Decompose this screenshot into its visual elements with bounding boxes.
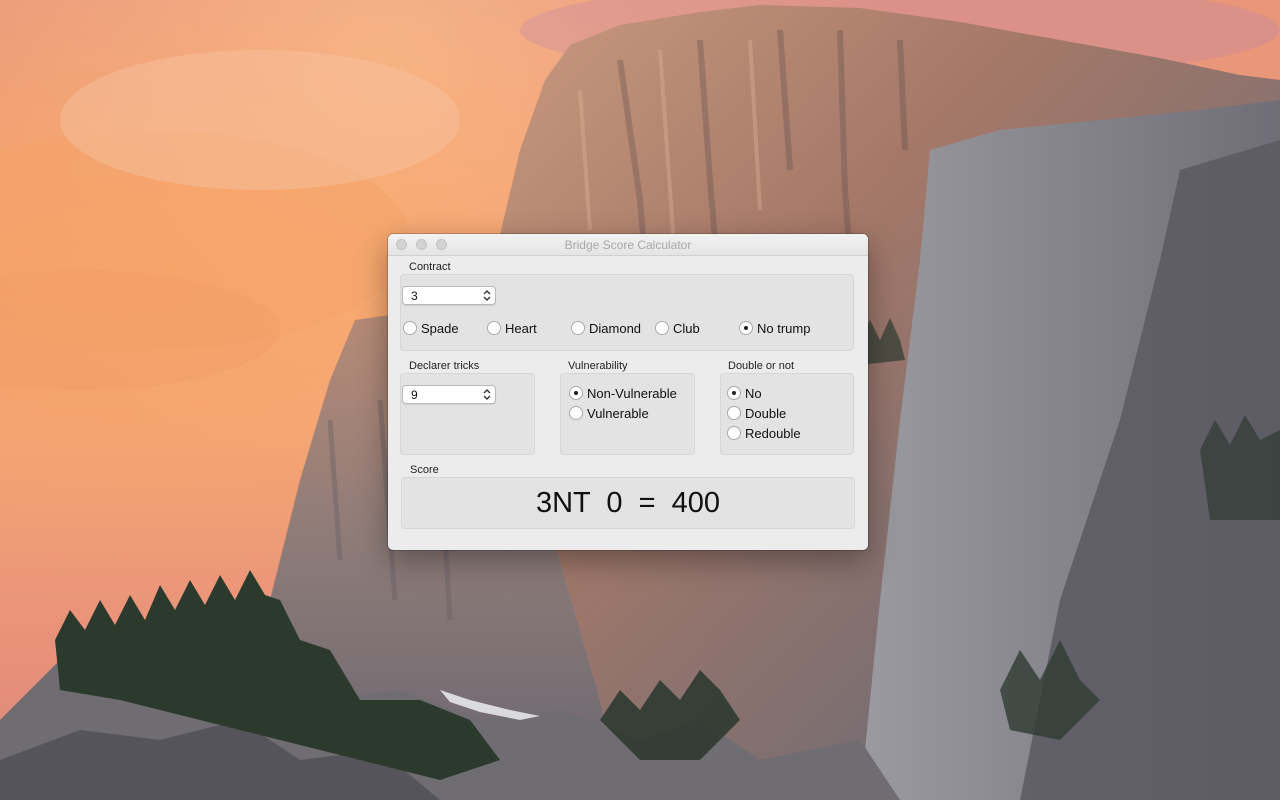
window-title: Bridge Score Calculator bbox=[564, 238, 692, 252]
suit-label: Club bbox=[673, 320, 700, 336]
chevron-updown-icon[interactable] bbox=[482, 289, 492, 302]
vulnerability-option-label: Vulnerable bbox=[587, 405, 649, 421]
vulnerability-radio-vulnerable[interactable]: Vulnerable bbox=[569, 405, 649, 421]
radio-button-icon[interactable] bbox=[487, 321, 501, 335]
declarer-tricks-value: 9 bbox=[411, 388, 418, 402]
suit-label: No trump bbox=[757, 320, 811, 336]
declarer-tricks-stepper[interactable]: 9 bbox=[402, 385, 496, 404]
double-radio-redouble[interactable]: Redouble bbox=[727, 425, 801, 441]
contract-label: Contract bbox=[409, 261, 451, 273]
suit-radio-no-trump[interactable]: No trump bbox=[739, 320, 810, 336]
vulnerability-label: Vulnerability bbox=[568, 360, 628, 372]
radio-button-icon[interactable] bbox=[571, 321, 585, 335]
double-radio-no[interactable]: No bbox=[727, 385, 762, 401]
radio-button-icon[interactable] bbox=[727, 406, 741, 420]
radio-button-icon[interactable] bbox=[403, 321, 417, 335]
double-option-label: Double bbox=[745, 405, 787, 421]
suit-label: Heart bbox=[505, 320, 537, 336]
score-label: Score bbox=[410, 464, 439, 476]
double-option-label: Redouble bbox=[745, 425, 801, 441]
score-box: 3NT 0 = 400 bbox=[401, 477, 855, 529]
suit-radio-diamond[interactable]: Diamond bbox=[571, 320, 641, 336]
contract-level-stepper[interactable]: 3 bbox=[402, 286, 496, 305]
double-radio-double[interactable]: Double bbox=[727, 405, 786, 421]
bridge-calculator-window: Bridge Score Calculator Contract 3 Spade… bbox=[388, 234, 868, 550]
double-option-label: No bbox=[745, 385, 762, 401]
suit-label: Diamond bbox=[589, 320, 642, 336]
double-label: Double or not bbox=[728, 360, 795, 372]
chevron-updown-icon[interactable] bbox=[482, 388, 492, 401]
vulnerability-option-label: Non-Vulnerable bbox=[587, 385, 677, 401]
title-bar[interactable]: Bridge Score Calculator bbox=[388, 234, 868, 256]
suit-label: Spade bbox=[421, 320, 459, 336]
vulnerability-radio-non-vulnerable[interactable]: Non-Vulnerable bbox=[569, 385, 677, 401]
suit-radio-spade[interactable]: Spade bbox=[403, 320, 459, 336]
score-result: 3NT 0 = 400 bbox=[535, 487, 721, 519]
radio-button-icon[interactable] bbox=[739, 321, 753, 335]
radio-button-icon[interactable] bbox=[727, 426, 741, 440]
contract-level-value: 3 bbox=[411, 289, 418, 303]
radio-button-icon[interactable] bbox=[569, 406, 583, 420]
suit-radio-heart[interactable]: Heart bbox=[487, 320, 537, 336]
radio-button-icon[interactable] bbox=[655, 321, 669, 335]
declarer-tricks-label: Declarer tricks bbox=[409, 360, 480, 372]
radio-button-icon[interactable] bbox=[569, 386, 583, 400]
suit-radio-club[interactable]: Club bbox=[655, 320, 700, 336]
radio-button-icon[interactable] bbox=[727, 386, 741, 400]
